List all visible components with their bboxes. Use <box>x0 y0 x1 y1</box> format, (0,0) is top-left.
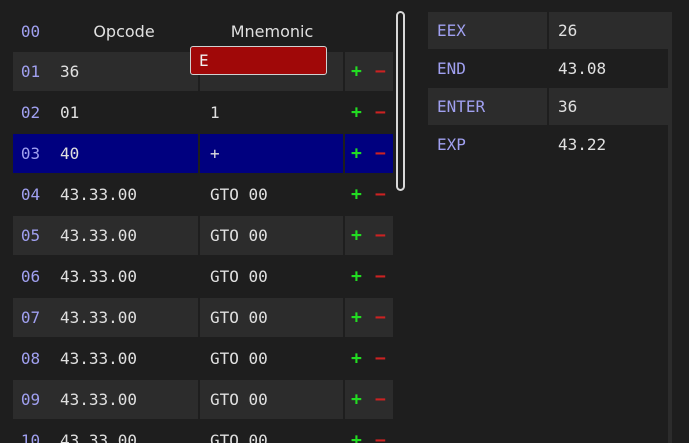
row-actions: + − <box>345 216 393 255</box>
word-name: END <box>437 59 466 78</box>
word-row[interactable]: ENTER 36 <box>428 88 668 125</box>
mnemonic-cell[interactable]: GTO 00 <box>200 298 343 337</box>
program-row[interactable]: 04 43.33.00 GTO 00 + − <box>13 175 393 214</box>
mnemonic-cell[interactable]: + <box>200 134 343 173</box>
plus-icon[interactable]: + <box>351 93 362 132</box>
program-row[interactable]: 02 01 1 + − <box>13 93 393 132</box>
program-row-selected[interactable]: 03 40 + + − <box>13 134 393 173</box>
program-row[interactable]: 05 43.33.00 GTO 00 + − <box>13 216 393 255</box>
minus-icon[interactable]: − <box>375 134 386 173</box>
minus-icon[interactable]: − <box>375 93 386 132</box>
line-number: 10 <box>20 431 41 443</box>
plus-icon[interactable]: + <box>351 216 362 255</box>
line-number: 02 <box>20 103 41 122</box>
row-actions: + − <box>345 339 393 378</box>
minus-icon[interactable]: − <box>375 175 386 214</box>
word-opcode: 43.08 <box>558 59 607 78</box>
row-actions: + − <box>345 134 393 173</box>
plus-icon[interactable]: + <box>351 175 362 214</box>
word-row[interactable]: EXP 43.22 <box>428 126 668 163</box>
plus-icon[interactable]: + <box>351 298 362 337</box>
program-row[interactable]: 06 43.33.00 GTO 00 + − <box>13 257 393 296</box>
program-row[interactable]: 07 43.33.00 GTO 00 + − <box>13 298 393 337</box>
line-number: 07 <box>13 298 48 337</box>
word-name: ENTER <box>428 88 547 125</box>
mnemonic-cell[interactable]: GTO 00 <box>200 257 343 296</box>
line-number: 09 <box>13 380 48 419</box>
plus-icon[interactable]: + <box>351 380 362 419</box>
opcode-cell[interactable]: 01 <box>48 93 198 132</box>
plus-icon[interactable]: + <box>351 257 362 296</box>
minus-icon[interactable]: − <box>375 298 386 337</box>
mnemonic-cell[interactable]: 1 <box>200 93 343 132</box>
minus-icon[interactable]: − <box>375 52 386 91</box>
line-number: 08 <box>20 349 41 368</box>
opcode-cell[interactable]: 43.33.00 <box>48 421 198 443</box>
program-scrollbar-thumb[interactable] <box>396 11 405 191</box>
plus-icon[interactable]: + <box>351 134 362 173</box>
opcode-cell[interactable]: 43.33.00 <box>48 339 198 378</box>
program-row[interactable]: 09 43.33.00 GTO 00 + − <box>13 380 393 419</box>
minus-icon[interactable]: − <box>375 257 386 296</box>
row-actions: + − <box>345 93 393 132</box>
opcode-cell[interactable]: 36 <box>48 52 198 91</box>
opcode-cell[interactable]: 43.33.00 <box>48 175 198 214</box>
row-actions: + − <box>345 380 393 419</box>
mnemonic-cell[interactable]: GTO 00 <box>200 175 343 214</box>
word-opcode: 36 <box>549 88 668 125</box>
word-opcode: 26 <box>549 12 668 49</box>
mnemonic-cell[interactable]: GTO 00 <box>200 421 343 443</box>
opcode-cell[interactable]: 43.33.00 <box>48 216 198 255</box>
mnemonic-cell[interactable]: GTO 00 <box>200 216 343 255</box>
opcode-cell[interactable]: 43.33.00 <box>48 257 198 296</box>
line-number: 04 <box>20 185 41 204</box>
mnemonic-edit-input[interactable] <box>190 46 327 75</box>
row-actions: + − <box>345 52 393 91</box>
line-number: 06 <box>20 267 41 286</box>
line-number: 05 <box>13 216 48 255</box>
plus-icon[interactable]: + <box>351 421 362 443</box>
word-row[interactable]: EEX 26 <box>428 12 668 49</box>
minus-icon[interactable]: − <box>375 380 386 419</box>
line-number: 03 <box>13 134 48 173</box>
program-editor-window: 00 Opcode Mnemonic 01 36 + − 02 01 1 + −… <box>0 0 689 443</box>
opcode-cell[interactable]: 40 <box>48 134 198 173</box>
opcode-cell[interactable]: 43.33.00 <box>48 380 198 419</box>
mnemonic-cell[interactable]: GTO 00 <box>200 339 343 378</box>
program-row[interactable]: 08 43.33.00 GTO 00 + − <box>13 339 393 378</box>
plus-icon[interactable]: + <box>351 52 362 91</box>
program-row[interactable]: 10 43.33.00 GTO 00 + − <box>13 421 393 443</box>
header-opcode: Opcode <box>93 22 155 41</box>
minus-icon[interactable]: − <box>375 339 386 378</box>
row-actions: + − <box>345 421 393 443</box>
opcode-cell[interactable]: 43.33.00 <box>48 298 198 337</box>
word-name: EEX <box>428 12 547 49</box>
row-actions: + − <box>345 257 393 296</box>
row-actions: + − <box>345 175 393 214</box>
mnemonic-cell[interactable]: GTO 00 <box>200 380 343 419</box>
row-actions: + − <box>345 298 393 337</box>
word-row[interactable]: END 43.08 <box>428 50 668 87</box>
line-number: 01 <box>13 52 48 91</box>
word-name: EXP <box>437 135 466 154</box>
header-line-number: 00 <box>20 22 41 41</box>
word-list-divider <box>668 12 672 443</box>
plus-icon[interactable]: + <box>351 339 362 378</box>
word-opcode: 43.22 <box>558 135 607 154</box>
minus-icon[interactable]: − <box>375 421 386 443</box>
minus-icon[interactable]: − <box>375 216 386 255</box>
